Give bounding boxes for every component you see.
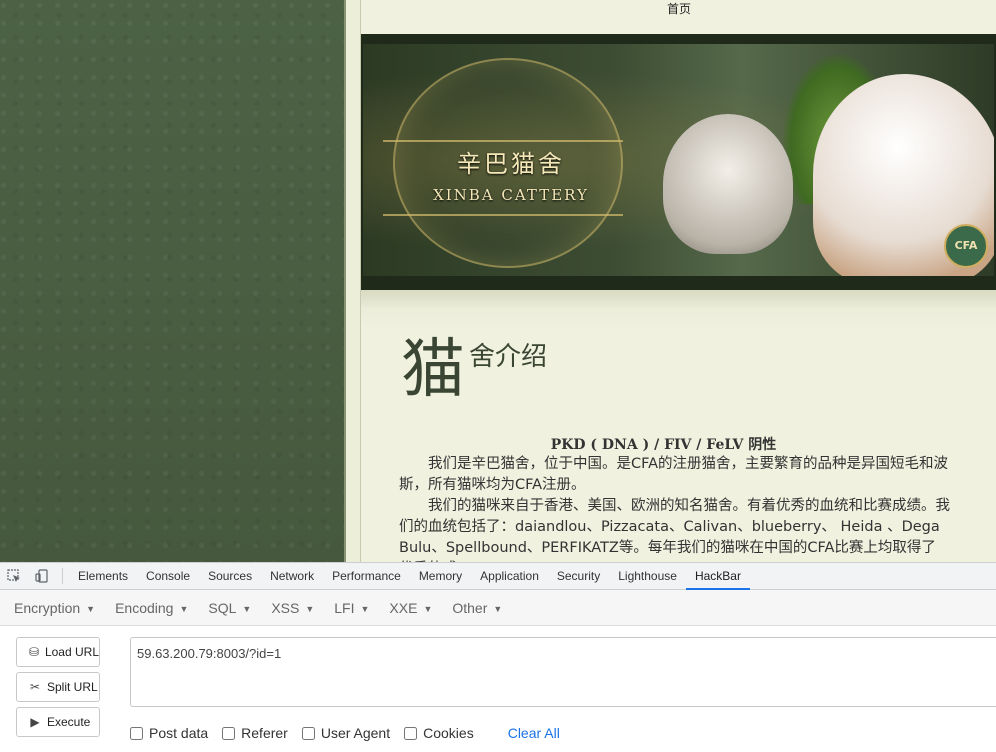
- menu-label: Other: [452, 599, 488, 616]
- post-data-label: Post data: [149, 725, 209, 741]
- clear-all-link[interactable]: Clear All: [508, 725, 560, 741]
- caret-down-icon: ▼: [179, 603, 189, 614]
- tab-lighthouse[interactable]: Lighthouse: [609, 563, 686, 590]
- caret-down-icon: ▼: [305, 603, 315, 614]
- banner-divider: [383, 214, 623, 216]
- device-toolbar-icon[interactable]: [28, 563, 56, 590]
- tab-security[interactable]: Security: [548, 563, 609, 590]
- scissors-icon: ✂: [29, 680, 41, 694]
- menu-other[interactable]: Other ▼: [452, 600, 502, 616]
- menu-encoding[interactable]: Encoding ▼: [115, 600, 188, 616]
- execute-label: Execute: [47, 715, 91, 729]
- user-agent-checkbox[interactable]: [301, 726, 315, 740]
- menu-label: SQL: [208, 599, 237, 616]
- caret-down-icon: ▼: [242, 603, 252, 614]
- load-url-label: Load URL: [44, 645, 99, 659]
- site-inner: 首页 辛巴猫舍 XINBA CATTERY CFA 猫 舍介绍 PKD (DN…: [360, 0, 996, 562]
- caret-down-icon: ▼: [423, 603, 433, 614]
- menu-xxe[interactable]: XXE ▼: [389, 600, 432, 616]
- tab-hackbar[interactable]: HackBar: [685, 563, 750, 590]
- menu-encryption[interactable]: Encryption ▼: [14, 600, 95, 616]
- request-options: Post data Referer User Agent Cookies Cle…: [130, 723, 560, 743]
- menu-xss[interactable]: XSS ▼: [271, 600, 314, 616]
- tab-separator: [62, 568, 63, 584]
- referer-checkbox[interactable]: [222, 726, 236, 740]
- split-url-label: Split URL: [47, 680, 98, 694]
- post-data-option[interactable]: Post data: [130, 725, 208, 741]
- referer-label: Referer: [241, 725, 288, 741]
- caret-down-icon: ▼: [493, 603, 503, 614]
- cookies-option[interactable]: Cookies: [404, 725, 474, 741]
- bloodline-paragraph: 我们的猫咪来自于香港、美国、欧洲的知名猫舍。有着优秀的血统和比赛成绩。我们的血统…: [399, 498, 950, 562]
- load-url-icon: ⛁: [28, 645, 39, 659]
- cookies-label: Cookies: [423, 725, 474, 741]
- execute-button[interactable]: ▶ Execute: [16, 707, 100, 737]
- caret-down-icon: ▼: [360, 603, 370, 614]
- load-url-button[interactable]: ⛁ Load URL: [16, 637, 100, 667]
- url-textarea[interactable]: 59.63.200.79:8003/?id=1: [130, 637, 996, 707]
- cfa-badge-text: CFA: [954, 239, 978, 252]
- play-icon: ▶: [30, 715, 40, 729]
- section-heading-large: 猫: [401, 333, 465, 407]
- menu-sql[interactable]: SQL ▼: [208, 600, 251, 616]
- tab-sources[interactable]: Sources: [199, 563, 261, 590]
- hackbar-menu-row: Encryption ▼ Encoding ▼ SQL ▼ XSS ▼ LFI ▼ XXE…: [0, 590, 996, 626]
- tab-performance[interactable]: Performance: [323, 563, 410, 590]
- split-url-button[interactable]: ✂ Split URL: [16, 672, 100, 702]
- tab-application[interactable]: Application: [471, 563, 548, 590]
- tab-memory[interactable]: Memory: [410, 563, 471, 590]
- tab-elements[interactable]: Elements: [69, 563, 137, 590]
- health-status-line: PKD ( DNA ) / FIV / FeLV 阴性: [550, 437, 777, 453]
- cookies-checkbox[interactable]: [404, 726, 418, 740]
- menu-label: Encryption: [14, 599, 81, 616]
- user-agent-label: User Agent: [320, 725, 391, 741]
- tab-console[interactable]: Console: [137, 563, 199, 590]
- url-value: 59.63.200.79:8003/?id=1: [137, 646, 282, 661]
- post-data-checkbox[interactable]: [130, 726, 143, 740]
- menu-label: XXE: [389, 599, 418, 616]
- section-heading-small: 舍介绍: [469, 342, 548, 372]
- referer-option[interactable]: Referer: [222, 725, 288, 741]
- banner-title-cn: 辛巴猫舍: [457, 150, 565, 178]
- banner-divider: [383, 140, 623, 142]
- cat-photo-left: [663, 114, 793, 254]
- menu-lfi[interactable]: LFI ▼: [334, 600, 369, 616]
- intro-paragraph: 我们是辛巴猫舍，位于中国。是CFA的注册猫舍，主要繁育的品种是异国短毛和波斯，所…: [399, 456, 949, 493]
- tab-network[interactable]: Network: [261, 563, 323, 590]
- banner-title-en: XINBA CATTERY: [433, 186, 589, 204]
- top-nav: 首页: [361, 0, 996, 34]
- menu-label: XSS: [271, 599, 300, 616]
- page-viewport: 首页 辛巴猫舍 XINBA CATTERY CFA 猫 舍介绍 PKD (DN…: [0, 0, 996, 562]
- banner-image: 辛巴猫舍 XINBA CATTERY CFA: [363, 44, 994, 276]
- user-agent-option[interactable]: User Agent: [301, 725, 391, 741]
- inspect-element-icon[interactable]: [0, 563, 28, 590]
- menu-label: LFI: [334, 599, 355, 616]
- caret-down-icon: ▼: [86, 603, 96, 614]
- banner: 辛巴猫舍 XINBA CATTERY CFA: [361, 34, 996, 290]
- site-container: 首页 辛巴猫舍 XINBA CATTERY CFA 猫 舍介绍 PKD (DN…: [344, 0, 996, 562]
- cfa-badge-logo: CFA: [944, 224, 988, 268]
- menu-label: Encoding: [115, 599, 174, 616]
- devtools-tabbar: Elements Console Sources Network Perform…: [0, 563, 996, 590]
- main-content: 猫 舍介绍 PKD ( DNA ) / FIV / FeLV 阴性 我们是辛巴猫…: [361, 290, 996, 562]
- nav-home-link[interactable]: 首页: [667, 0, 691, 17]
- devtools-panel: Elements Console Sources Network Perform…: [0, 562, 996, 752]
